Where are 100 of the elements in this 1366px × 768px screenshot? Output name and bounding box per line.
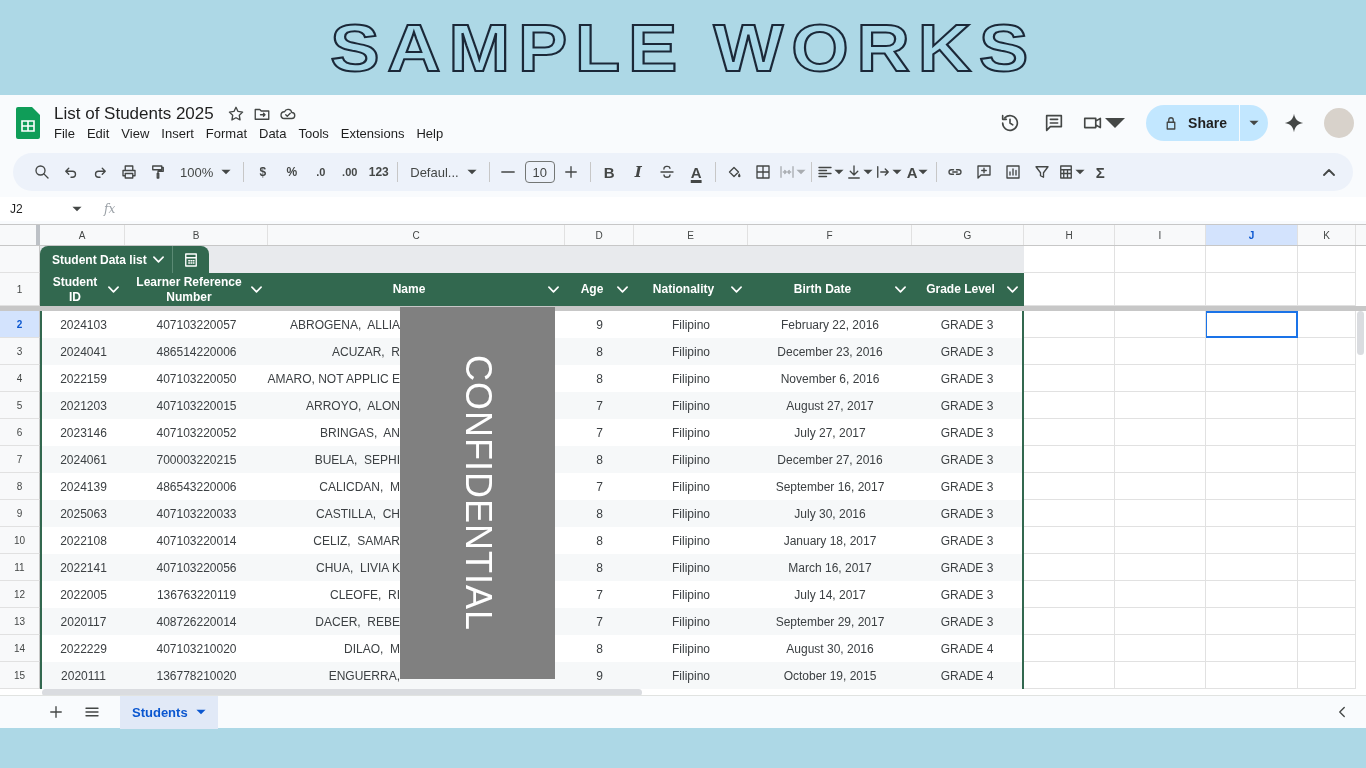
column-heading[interactable]: Birth Date bbox=[748, 273, 912, 306]
table-cell: Filipino bbox=[634, 392, 748, 419]
column-header[interactable]: J bbox=[1206, 225, 1298, 245]
merge-arrows-icon bbox=[778, 163, 797, 181]
column-header[interactable]: C bbox=[268, 225, 565, 245]
table-cell: 8 bbox=[565, 338, 634, 365]
row-header[interactable]: 2 bbox=[0, 311, 40, 338]
chevron-down-icon bbox=[1007, 286, 1018, 293]
column-header[interactable]: F bbox=[748, 225, 912, 245]
table-cell: 2020111 bbox=[40, 662, 125, 689]
column-heading[interactable]: Name bbox=[268, 273, 565, 306]
share-button[interactable]: Share bbox=[1146, 104, 1240, 141]
menu-item[interactable]: Edit bbox=[80, 124, 116, 142]
text-color-button[interactable]: A bbox=[681, 158, 711, 186]
table-cell: GRADE 4 bbox=[912, 662, 1024, 689]
chevron-down-icon bbox=[548, 286, 559, 293]
menu-item[interactable]: Insert bbox=[155, 124, 200, 142]
table-cell: Filipino bbox=[634, 338, 748, 365]
column-header[interactable]: D bbox=[565, 225, 634, 245]
row-header[interactable]: 14 bbox=[0, 635, 40, 662]
column-header[interactable]: E bbox=[634, 225, 748, 245]
minus-icon bbox=[501, 171, 516, 173]
row-header[interactable]: 3 bbox=[0, 338, 40, 365]
menu-item[interactable]: Help bbox=[410, 124, 450, 142]
table-cell: Filipino bbox=[634, 446, 748, 473]
scrollbar-thumb[interactable] bbox=[42, 689, 642, 695]
table-cell: 407103220056 bbox=[125, 554, 268, 581]
chevron-down-icon bbox=[152, 256, 164, 263]
column-header[interactable]: A bbox=[40, 225, 125, 245]
column-heading[interactable]: Age bbox=[565, 273, 634, 306]
caret-icon bbox=[195, 709, 206, 715]
format-button[interactable]: $ bbox=[248, 158, 278, 186]
menu-item[interactable]: Tools bbox=[292, 124, 335, 142]
selected-cell[interactable] bbox=[1206, 311, 1298, 338]
chart-icon bbox=[1004, 163, 1023, 181]
menu-item[interactable]: Extensions bbox=[334, 124, 411, 142]
functions-button[interactable]: Σ bbox=[1085, 158, 1115, 186]
column-header[interactable]: B bbox=[125, 225, 268, 245]
format-button[interactable]: % bbox=[277, 158, 307, 186]
avatar[interactable] bbox=[1324, 107, 1354, 138]
column-heading[interactable]: Grade Level bbox=[912, 273, 1024, 306]
dropdown[interactable]: 100% bbox=[172, 158, 240, 186]
table-cell: GRADE 3 bbox=[912, 554, 1024, 581]
table-cell: September 29, 2017 bbox=[748, 608, 912, 635]
menu-item[interactable]: File bbox=[48, 124, 81, 142]
row-header[interactable]: 15 bbox=[0, 662, 40, 689]
row-header[interactable]: 11 bbox=[0, 554, 40, 581]
table-name-tab[interactable]: Student Data list bbox=[40, 246, 209, 273]
document-title[interactable]: List of Students 2025 bbox=[54, 103, 214, 124]
format-button[interactable]: 123 bbox=[364, 158, 394, 186]
chevron-down-icon bbox=[108, 286, 119, 293]
row-header[interactable]: 12 bbox=[0, 581, 40, 608]
column-header[interactable]: K bbox=[1298, 225, 1356, 245]
spreadsheet-logo[interactable] bbox=[16, 106, 40, 139]
table-cell: 486514220006 bbox=[125, 338, 268, 365]
name-box[interactable]: J2 bbox=[0, 202, 88, 216]
sheet-tab[interactable]: Students bbox=[120, 695, 218, 729]
row-header[interactable]: 5 bbox=[0, 392, 40, 419]
row-header[interactable]: 7 bbox=[0, 446, 40, 473]
grid-icon bbox=[754, 163, 773, 181]
banner-title: SAMPLE WORKS bbox=[330, 14, 1036, 81]
column-heading[interactable]: Student ID bbox=[40, 273, 125, 306]
table-cell: GRADE 3 bbox=[912, 392, 1024, 419]
row-header[interactable]: 6 bbox=[0, 419, 40, 446]
table-cell: GRADE 3 bbox=[912, 608, 1024, 635]
row-header[interactable]: 10 bbox=[0, 527, 40, 554]
row-header[interactable]: 8 bbox=[0, 473, 40, 500]
plus-icon bbox=[47, 703, 65, 721]
column-header[interactable]: H bbox=[1024, 225, 1115, 245]
column-heading[interactable]: Nationality bbox=[634, 273, 748, 306]
vertical-scrollbar[interactable] bbox=[1357, 311, 1364, 355]
search-icon bbox=[32, 163, 51, 181]
row-header[interactable]: 13 bbox=[0, 608, 40, 635]
row-header[interactable]: 4 bbox=[0, 365, 40, 392]
decimal-button[interactable]: .00 bbox=[335, 158, 365, 186]
share-button-group[interactable]: Share bbox=[1146, 104, 1268, 141]
table-cell: 408726220014 bbox=[125, 608, 268, 635]
decimal-button[interactable]: .0 bbox=[306, 158, 336, 186]
table-cell: 7 bbox=[565, 392, 634, 419]
menu-item[interactable]: Data bbox=[253, 124, 293, 142]
bold-button[interactable]: B bbox=[594, 158, 624, 186]
table-cell: 407103220033 bbox=[125, 500, 268, 527]
table-cell: 2024041 bbox=[40, 338, 125, 365]
comment-plus-icon bbox=[975, 163, 994, 181]
row-header-blank[interactable] bbox=[0, 246, 40, 273]
text-rotation-button[interactable]: A bbox=[902, 158, 932, 186]
row-header[interactable]: 1 bbox=[0, 273, 40, 306]
table-cell: 2024061 bbox=[40, 446, 125, 473]
menu-item[interactable]: View bbox=[115, 124, 156, 142]
table-cell: 9 bbox=[565, 662, 634, 689]
filter-icon bbox=[1033, 163, 1052, 181]
font-size-field[interactable]: 10 bbox=[524, 161, 555, 183]
row-header[interactable]: 9 bbox=[0, 500, 40, 527]
italic-button[interactable]: I bbox=[623, 158, 653, 186]
column-heading[interactable]: Learner Reference Number bbox=[125, 273, 268, 306]
dropdown[interactable]: Defaul... bbox=[402, 158, 485, 186]
table-cell: 2025063 bbox=[40, 500, 125, 527]
column-header[interactable]: G bbox=[912, 225, 1024, 245]
menu-item[interactable]: Format bbox=[199, 124, 253, 142]
table-cell: 7 bbox=[565, 608, 634, 635]
